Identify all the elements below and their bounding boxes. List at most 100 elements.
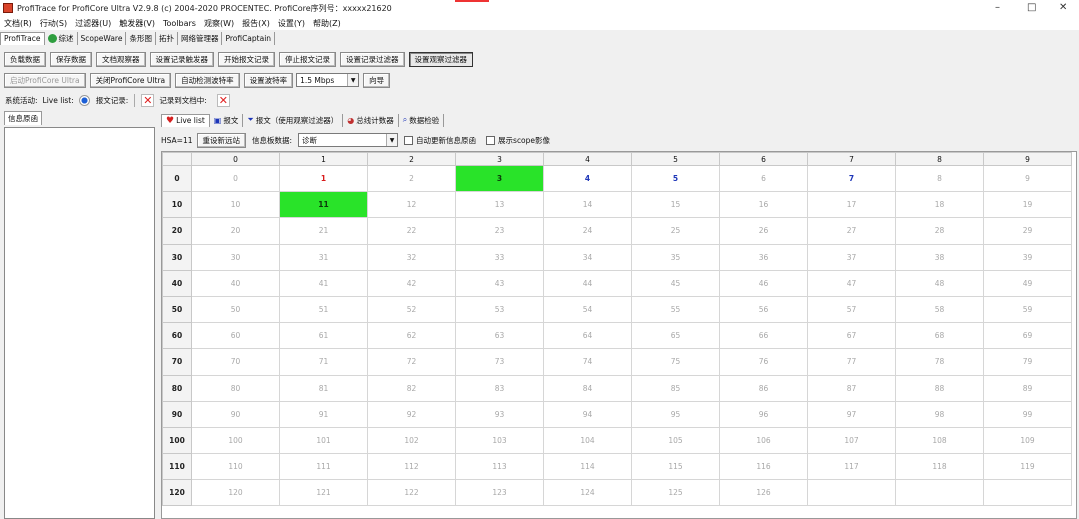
station-cell[interactable]: 56	[720, 296, 808, 322]
station-cell[interactable]: 51	[280, 296, 368, 322]
station-cell[interactable]: 0	[192, 166, 280, 192]
tab-topology[interactable]: 拓扑	[156, 32, 178, 45]
menu-view[interactable]: 观察(W)	[200, 18, 238, 29]
station-cell[interactable]: 126	[720, 480, 808, 506]
tab-live-list[interactable]: ♥Live list	[161, 114, 210, 127]
station-cell[interactable]: 55	[632, 296, 720, 322]
station-cell[interactable]: 66	[720, 323, 808, 349]
station-cell[interactable]: 39	[984, 244, 1072, 270]
tab-scopeware[interactable]: ScopeWare	[78, 32, 127, 45]
station-cell[interactable]: 82	[368, 375, 456, 401]
station-cell[interactable]: 68	[896, 323, 984, 349]
menu-action[interactable]: 行动(S)	[36, 18, 71, 29]
station-cell[interactable]: 34	[544, 244, 632, 270]
minimize-button[interactable]: –	[995, 2, 1000, 13]
station-cell[interactable]: 70	[192, 349, 280, 375]
station-cell[interactable]: 117	[808, 454, 896, 480]
tab-data-check[interactable]: ⌕数据检验	[399, 114, 444, 127]
station-cell[interactable]: 23	[456, 218, 544, 244]
station-cell[interactable]: 4	[544, 166, 632, 192]
tab-network-manager[interactable]: 网络管理器	[178, 32, 223, 45]
station-cell[interactable]: 25	[632, 218, 720, 244]
station-cell[interactable]: 12	[368, 192, 456, 218]
auto-baud-button[interactable]: 自动检测波特率	[175, 73, 240, 88]
station-cell[interactable]: 113	[456, 454, 544, 480]
station-cell[interactable]: 103	[456, 427, 544, 453]
station-cell[interactable]: 8	[896, 166, 984, 192]
station-cell[interactable]: 72	[368, 349, 456, 375]
station-cell[interactable]: 102	[368, 427, 456, 453]
station-cell[interactable]: 123	[456, 480, 544, 506]
station-cell[interactable]: 52	[368, 296, 456, 322]
maximize-button[interactable]: □	[1027, 2, 1036, 13]
start-record-button[interactable]: 开始报文记录	[218, 52, 275, 67]
tab-profitrace[interactable]: ProfiTrace	[0, 32, 45, 45]
station-cell[interactable]: 22	[368, 218, 456, 244]
station-cell[interactable]: 90	[192, 401, 280, 427]
station-cell[interactable]: 114	[544, 454, 632, 480]
station-cell[interactable]: 61	[280, 323, 368, 349]
station-cell[interactable]: 101	[280, 427, 368, 453]
station-cell[interactable]: 20	[192, 218, 280, 244]
station-cell[interactable]: 18	[896, 192, 984, 218]
station-cell[interactable]: 107	[808, 427, 896, 453]
station-cell[interactable]: 121	[280, 480, 368, 506]
start-proficore-button[interactable]: 启动ProfiCore Ultra	[4, 73, 86, 88]
station-cell[interactable]: 49	[984, 270, 1072, 296]
station-cell[interactable]: 28	[896, 218, 984, 244]
tab-bus-counter[interactable]: ◕总线计数器	[343, 114, 398, 127]
station-cell[interactable]: 59	[984, 296, 1072, 322]
station-cell[interactable]: 46	[720, 270, 808, 296]
station-cell[interactable]: 75	[632, 349, 720, 375]
station-cell[interactable]: 44	[544, 270, 632, 296]
station-cell[interactable]: 73	[456, 349, 544, 375]
station-cell[interactable]: 10	[192, 192, 280, 218]
station-cell[interactable]: 16	[720, 192, 808, 218]
set-record-trigger-button[interactable]: 设置记录触发器	[150, 52, 215, 67]
station-cell[interactable]: 99	[984, 401, 1072, 427]
station-cell[interactable]: 38	[896, 244, 984, 270]
tab-overview[interactable]: 综述	[45, 32, 78, 45]
station-cell[interactable]: 45	[632, 270, 720, 296]
tab-proficaptain[interactable]: ProfiCaptain	[222, 32, 275, 45]
station-cell[interactable]: 60	[192, 323, 280, 349]
station-cell[interactable]: 77	[808, 349, 896, 375]
station-cell[interactable]: 92	[368, 401, 456, 427]
station-cell[interactable]: 115	[632, 454, 720, 480]
stop-record-button[interactable]: 停止报文记录	[279, 52, 336, 67]
station-cell[interactable]: 81	[280, 375, 368, 401]
station-cell[interactable]: 100	[192, 427, 280, 453]
menu-trigger[interactable]: 触发器(V)	[115, 18, 159, 29]
station-cell[interactable]: 80	[192, 375, 280, 401]
info-data-select[interactable]: 诊断 ▼	[298, 133, 398, 147]
show-scope-checkbox[interactable]	[486, 136, 495, 145]
station-cell[interactable]: 26	[720, 218, 808, 244]
station-cell[interactable]: 83	[456, 375, 544, 401]
station-cell[interactable]: 71	[280, 349, 368, 375]
station-cell[interactable]: 30	[192, 244, 280, 270]
station-cell[interactable]: 32	[368, 244, 456, 270]
station-cell[interactable]: 31	[280, 244, 368, 270]
set-baud-button[interactable]: 设置波特率	[244, 73, 294, 88]
station-cell[interactable]: 65	[632, 323, 720, 349]
set-view-filter-button[interactable]: 设置观察过滤器	[409, 52, 474, 67]
auto-update-checkbox[interactable]	[404, 136, 413, 145]
station-cell[interactable]: 35	[632, 244, 720, 270]
station-cell[interactable]: 87	[808, 375, 896, 401]
station-cell[interactable]: 109	[984, 427, 1072, 453]
station-cell[interactable]: 6	[720, 166, 808, 192]
station-cell[interactable]	[808, 480, 896, 506]
station-cell[interactable]: 96	[720, 401, 808, 427]
station-cell[interactable]: 36	[720, 244, 808, 270]
station-cell[interactable]: 67	[808, 323, 896, 349]
station-cell[interactable]: 91	[280, 401, 368, 427]
station-cell[interactable]: 69	[984, 323, 1072, 349]
station-cell[interactable]: 24	[544, 218, 632, 244]
station-cell[interactable]: 9	[984, 166, 1072, 192]
station-cell[interactable]: 122	[368, 480, 456, 506]
tab-info[interactable]: 信息原函	[4, 111, 42, 125]
station-cell[interactable]: 17	[808, 192, 896, 218]
station-cell[interactable]	[984, 480, 1072, 506]
menu-settings[interactable]: 设置(Y)	[274, 18, 309, 29]
station-cell[interactable]: 48	[896, 270, 984, 296]
